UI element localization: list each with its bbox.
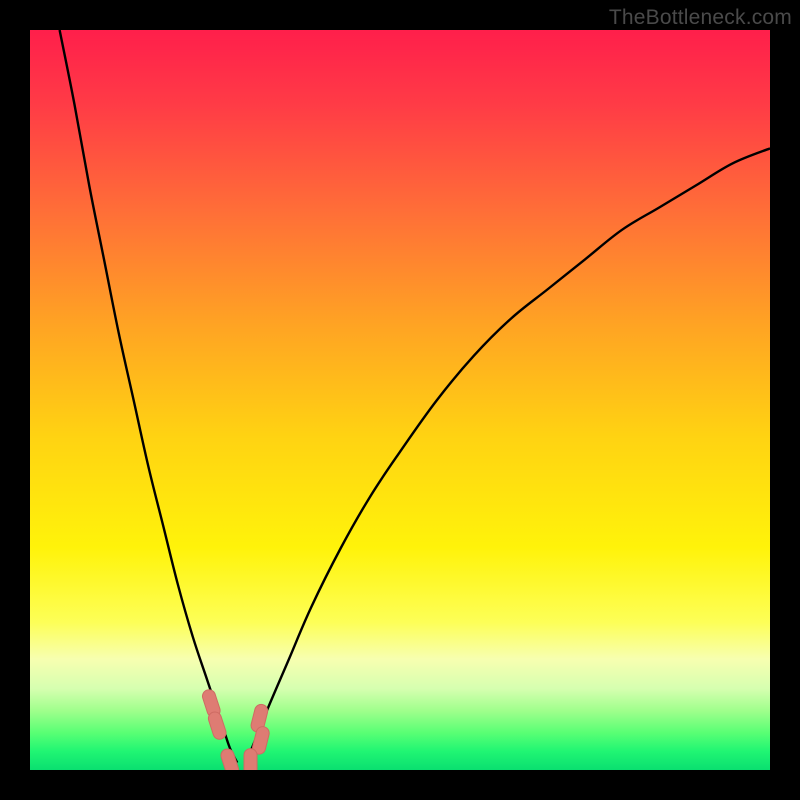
chart-plot-area [30,30,770,770]
data-marker [219,747,240,770]
watermark-text: TheBottleneck.com [609,6,792,30]
curve-right-branch [245,148,770,762]
data-marker [244,749,257,770]
curve-left-branch [60,30,238,763]
bottleneck-curve [30,30,770,770]
data-marker [207,710,228,741]
